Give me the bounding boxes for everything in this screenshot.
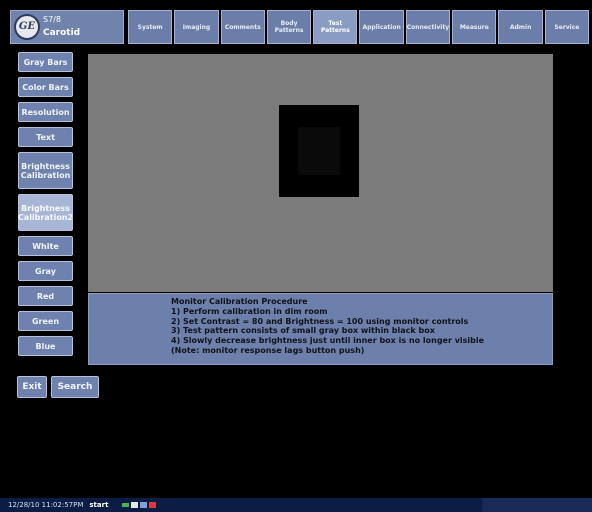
display-icon[interactable] bbox=[140, 501, 148, 509]
tab-test-patterns[interactable]: Test Patterns bbox=[313, 10, 358, 44]
red-button[interactable]: Red bbox=[18, 286, 73, 306]
black-calibration-box bbox=[279, 105, 359, 197]
alert-icon[interactable] bbox=[149, 501, 157, 509]
instruction-line: 1) Perform calibration in dim room bbox=[171, 306, 328, 316]
color-bars-button[interactable]: Color Bars bbox=[18, 77, 73, 97]
ge-logo-icon: GE bbox=[14, 14, 40, 40]
calibration-info-panel: Monitor Calibration Procedure 1) Perform… bbox=[88, 293, 553, 365]
instruction-line: (Note: monitor response lags button push… bbox=[171, 345, 365, 355]
brightness-calibration-button[interactable]: Brightness Calibration bbox=[18, 152, 73, 189]
instruction-line: Monitor Calibration Procedure bbox=[171, 297, 308, 306]
instruction-line: 4) Slowly decrease brightness just until… bbox=[171, 336, 485, 346]
white-button[interactable]: White bbox=[18, 236, 73, 256]
tab-application[interactable]: Application bbox=[359, 10, 404, 44]
printer-icon[interactable] bbox=[131, 501, 139, 509]
tab-service[interactable]: Service bbox=[544, 10, 590, 44]
tab-admin[interactable]: Admin bbox=[498, 10, 543, 44]
system-tray bbox=[122, 501, 158, 509]
windows-taskbar: 12/28/10 11:02:57PM start bbox=[0, 498, 592, 512]
calibration-instructions: Monitor Calibration Procedure 1) Perform… bbox=[171, 297, 484, 356]
model-label: S7/8 bbox=[43, 15, 61, 24]
taskbar-right-panel bbox=[482, 498, 592, 512]
tab-measure[interactable]: Measure bbox=[452, 10, 497, 44]
start-button[interactable]: start bbox=[89, 501, 108, 509]
taskbar-datetime: 12/28/10 11:02:57PM bbox=[8, 501, 84, 509]
network-icon[interactable] bbox=[122, 501, 130, 509]
test-pattern-display bbox=[88, 54, 553, 292]
tab-body-patterns[interactable]: Body Patterns bbox=[266, 10, 312, 44]
instruction-line: 2) Set Contrast = 80 and Brightness = 10… bbox=[171, 316, 469, 326]
inner-gray-box bbox=[298, 127, 340, 175]
tab-comments[interactable]: Comments bbox=[220, 10, 265, 44]
instruction-line: 3) Test pattern consists of small gray b… bbox=[171, 326, 435, 336]
gray-button[interactable]: Gray bbox=[18, 261, 73, 281]
resolution-button[interactable]: Resolution bbox=[18, 102, 73, 122]
preset-label: Carotid bbox=[43, 28, 81, 38]
text-button[interactable]: Text bbox=[18, 127, 73, 147]
gray-bars-button[interactable]: Gray Bars bbox=[18, 52, 73, 72]
brightness-calibration2-button[interactable]: Brightness Calibration2 bbox=[18, 194, 73, 231]
green-button[interactable]: Green bbox=[18, 311, 73, 331]
top-menu-bar: System Imaging Comments Body Patterns Te… bbox=[128, 10, 590, 44]
tab-connectivity[interactable]: Connectivity bbox=[405, 10, 451, 44]
search-button[interactable]: Search bbox=[51, 376, 99, 398]
blue-button[interactable]: Blue bbox=[18, 336, 73, 356]
tab-system[interactable]: System bbox=[128, 10, 173, 44]
tab-imaging[interactable]: Imaging bbox=[174, 10, 219, 44]
test-pattern-sidebar: Gray Bars Color Bars Resolution Text Bri… bbox=[18, 52, 75, 361]
header-logo-box: GE S7/8 Carotid bbox=[10, 10, 124, 44]
exit-button[interactable]: Exit bbox=[17, 376, 47, 398]
